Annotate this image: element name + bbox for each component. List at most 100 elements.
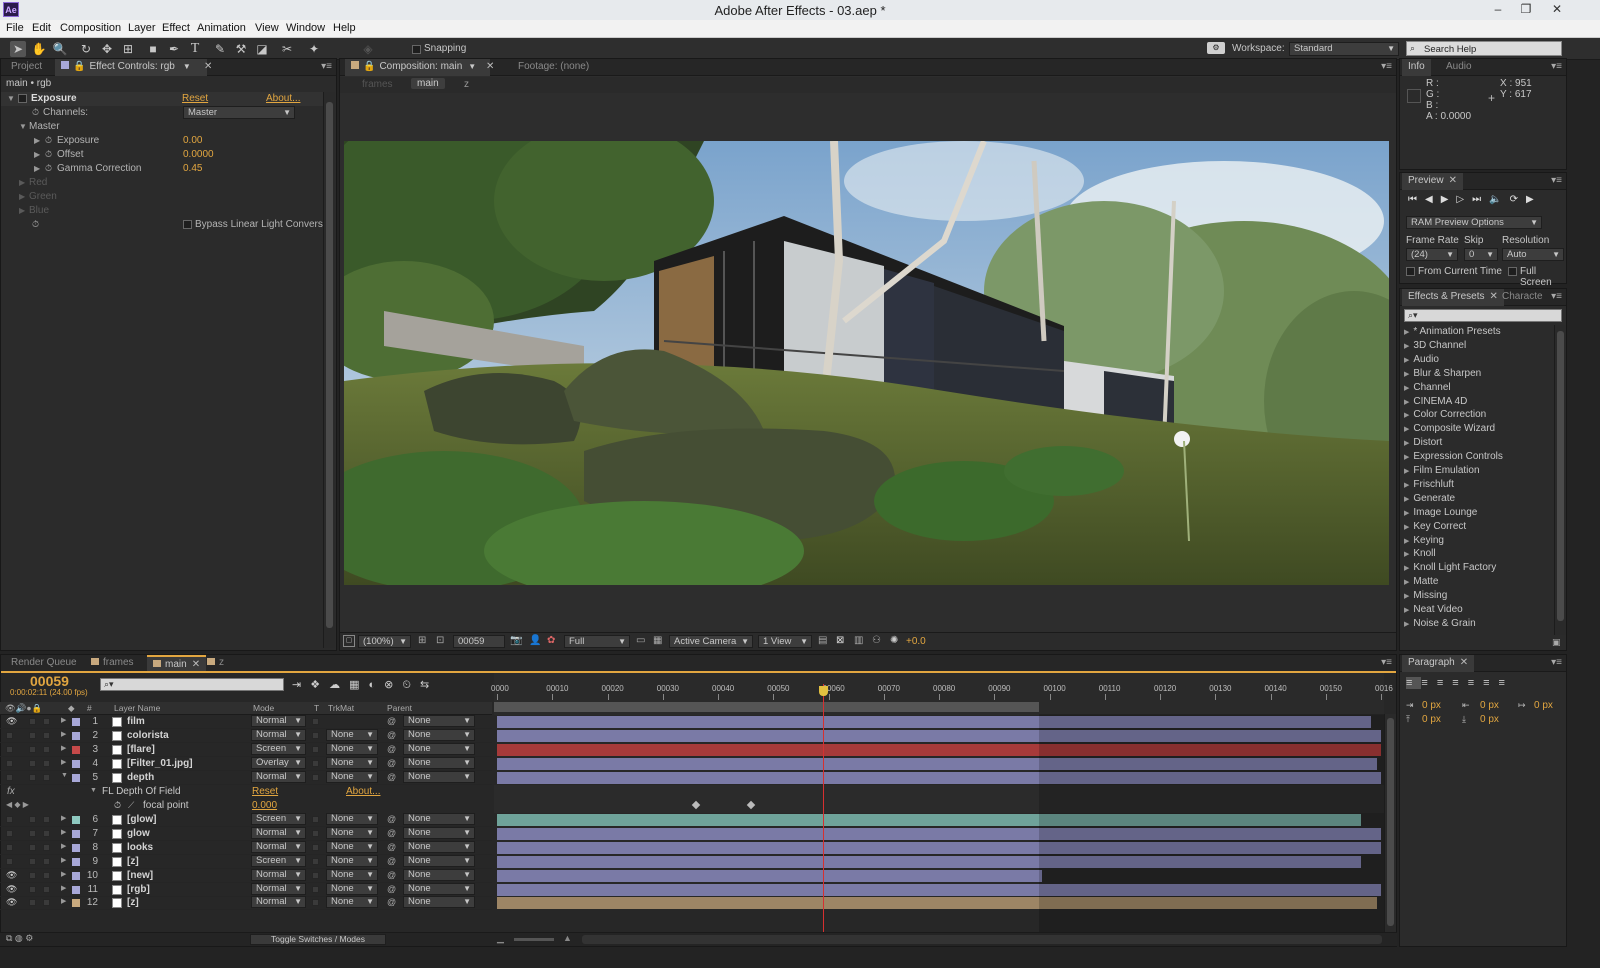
pick-whip-icon[interactable]: @ <box>387 772 396 782</box>
lock-toggle[interactable] <box>43 885 50 893</box>
justify-last-left-icon[interactable]: ≡ <box>1452 677 1467 689</box>
previous-frame-icon[interactable]: ◀ <box>1425 194 1441 205</box>
menu-layer[interactable]: Layer <box>128 22 156 34</box>
timeline-scrollbar[interactable] <box>1384 714 1396 932</box>
motion-blur-icon[interactable]: ◐ <box>369 679 385 691</box>
effects-list-item[interactable]: ▶ Expression Controls <box>1404 451 1503 462</box>
label-color-chip[interactable] <box>72 871 80 880</box>
lock-toggle[interactable] <box>43 745 50 753</box>
stopwatch-icon[interactable]: ⏱ <box>45 135 52 146</box>
panel-menu-icon[interactable]: ▾≡ <box>1551 61 1562 72</box>
preserve-transparency-toggle[interactable] <box>312 816 319 823</box>
region-of-interest-icon[interactable]: ▭ <box>636 635 645 646</box>
track-matte-select[interactable]: None ▼ <box>326 882 378 895</box>
blend-mode-select[interactable]: Normal ▼ <box>251 896 306 909</box>
about-link[interactable]: About... <box>266 93 300 104</box>
solo-toggle[interactable] <box>29 829 36 837</box>
play-icon[interactable]: ▶ <box>1441 194 1457 205</box>
work-area-bar[interactable] <box>494 702 1039 712</box>
visibility-toggle[interactable] <box>6 816 13 823</box>
solo-toggle[interactable] <box>29 857 36 865</box>
visibility-toggle[interactable] <box>6 731 13 739</box>
label-color-chip[interactable] <box>72 731 80 740</box>
collapse-triangle-icon[interactable]: ▶ <box>61 828 66 836</box>
composition-viewer-image[interactable] <box>344 141 1389 585</box>
channels-select[interactable]: Master ▼ <box>183 106 295 119</box>
pick-whip-icon[interactable]: @ <box>387 897 396 907</box>
pick-whip-icon[interactable]: @ <box>387 828 396 838</box>
lock-toggle[interactable] <box>43 718 50 725</box>
effects-list-item[interactable]: ▶ Noise & Grain <box>1404 618 1476 629</box>
effects-list-item[interactable]: ▶ Missing <box>1404 590 1447 601</box>
parent-select[interactable]: None ▼ <box>403 756 475 769</box>
tab-paragraph[interactable]: Paragraph ✕ <box>1402 655 1475 672</box>
lock-toggle[interactable] <box>43 829 50 837</box>
playhead-handle[interactable] <box>818 686 828 696</box>
keyframe-navigator-icon[interactable]: ◀ ◆ ▶ <box>6 800 29 809</box>
fast-previews-icon[interactable]: ⊠ <box>836 635 844 646</box>
visibility-eye-icon[interactable]: 👁 <box>6 870 17 881</box>
blend-mode-select[interactable]: Screen ▼ <box>251 742 306 755</box>
effect-about-link[interactable]: About... <box>346 786 380 797</box>
blend-mode-select[interactable]: Overlay ▼ <box>251 756 306 769</box>
menu-view[interactable]: View <box>255 22 279 34</box>
effects-list-item[interactable]: ▶ Distort <box>1404 437 1442 448</box>
preserve-transparency-toggle[interactable] <box>312 871 319 879</box>
layer-row[interactable]: ▶ 9 [z] Screen ▼ None ▼ @ None ▼ <box>0 854 492 869</box>
effects-list-item[interactable]: ▶ Film Emulation <box>1404 465 1480 476</box>
effects-list-item[interactable]: ▶ Matte <box>1404 576 1438 587</box>
indent-left-value[interactable]: 0 px <box>1422 700 1441 711</box>
parent-select[interactable]: None ▼ <box>403 770 475 783</box>
effects-list-item[interactable]: ▶ Audio <box>1404 354 1439 365</box>
collapse-triangle-icon[interactable]: ▶ <box>61 842 66 850</box>
current-time-field[interactable]: 00059 <box>453 635 505 648</box>
lock-toggle[interactable] <box>43 759 50 767</box>
collapse-triangle-icon[interactable]: ▶ <box>19 206 29 215</box>
preserve-transparency-toggle[interactable] <box>312 773 319 781</box>
live-update-icon[interactable]: ⏲ <box>402 679 420 691</box>
collapse-triangle-icon[interactable]: ▶ <box>61 814 66 822</box>
panel-menu-icon[interactable]: ▾≡ <box>1551 657 1562 668</box>
layer-name[interactable]: looks <box>127 842 153 853</box>
label-color-chip[interactable] <box>72 843 80 852</box>
effects-list-item[interactable]: ▶ Neat Video <box>1404 604 1463 615</box>
parent-select[interactable]: None ▼ <box>403 854 475 867</box>
tab-character[interactable]: Characte <box>1496 289 1549 306</box>
collapse-triangle-icon[interactable]: ▶ <box>61 870 66 878</box>
effects-list-item[interactable]: ▶ Knoll <box>1404 548 1436 559</box>
tab-preview[interactable]: Preview ✕ <box>1402 173 1463 190</box>
collapse-triangle-icon[interactable]: ▶ <box>34 136 44 145</box>
solo-toggle[interactable] <box>29 885 36 893</box>
bypass-checkbox[interactable] <box>183 220 192 229</box>
preserve-transparency-toggle[interactable] <box>312 899 319 907</box>
effect-controls-scrollbar[interactable] <box>323 92 335 648</box>
effects-list-item[interactable]: ▶ Frischluft <box>1404 479 1454 490</box>
pick-whip-icon[interactable]: @ <box>387 856 396 866</box>
tab-info[interactable]: Info <box>1402 59 1431 76</box>
parent-select[interactable]: None ▼ <box>403 882 475 895</box>
close-window-button[interactable]: ✕ <box>1545 1 1569 18</box>
zoom-tool-icon[interactable]: 🔍 <box>52 41 68 57</box>
effects-scrollbar[interactable] <box>1554 325 1566 635</box>
param-value[interactable]: 0.00 <box>183 135 202 146</box>
graph-editor-icon[interactable]: ⊗ <box>384 679 402 691</box>
mute-icon[interactable]: 🔈 <box>1489 194 1509 205</box>
align-left-icon[interactable]: ≡ <box>1406 677 1422 689</box>
preserve-transparency-toggle[interactable] <box>312 718 319 725</box>
lock-toggle[interactable] <box>43 871 50 879</box>
track-matte-select[interactable]: None ▼ <box>326 826 378 839</box>
effects-list-item[interactable]: ▶ Color Correction <box>1404 409 1486 420</box>
blend-mode-select[interactable]: Normal ▼ <box>251 728 306 741</box>
panel-menu-icon[interactable]: ▾≡ <box>321 61 332 72</box>
stopwatch-icon[interactable]: ⏱ <box>32 219 39 230</box>
label-color-chip[interactable] <box>72 857 80 866</box>
solo-toggle[interactable] <box>29 773 36 781</box>
layer-row[interactable]: ▶ 6 [glow] Screen ▼ None ▼ @ None ▼ <box>0 813 492 827</box>
reset-link[interactable]: Reset <box>182 93 208 104</box>
layer-name[interactable]: [z] <box>127 897 139 908</box>
views-select[interactable]: 1 View ▼ <box>758 635 812 648</box>
breadcrumb-frames[interactable]: frames <box>362 79 393 90</box>
visibility-toggle[interactable] <box>6 745 13 753</box>
visibility-toggle[interactable] <box>6 843 13 851</box>
align-center-icon[interactable]: ≡ <box>1421 677 1436 689</box>
